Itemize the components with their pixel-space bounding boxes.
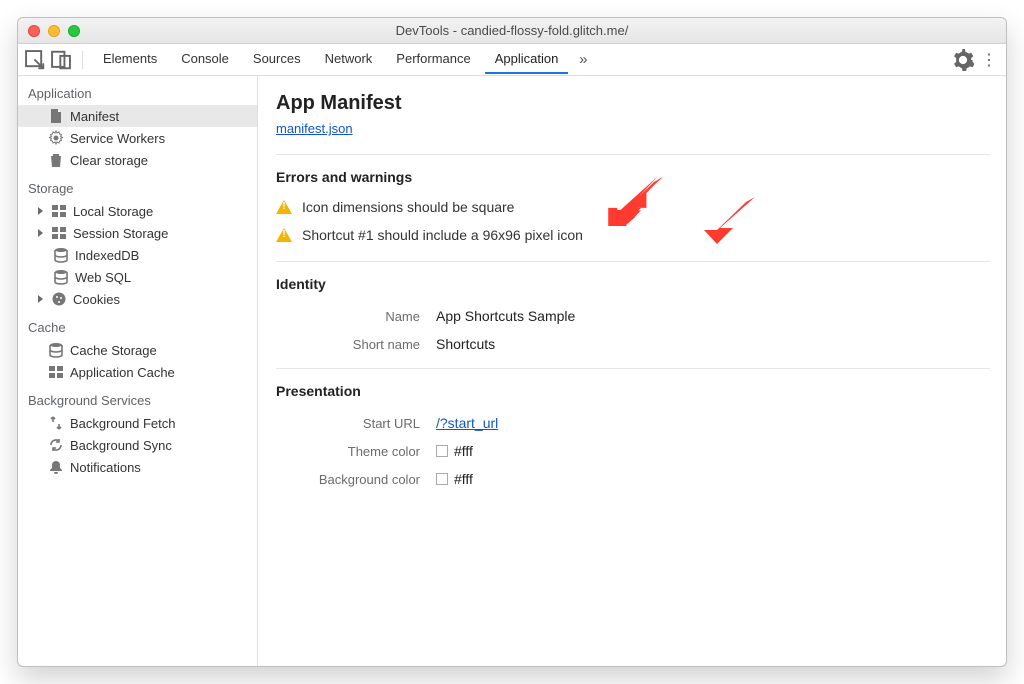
sidebar-item-label: Session Storage: [73, 226, 168, 241]
sidebar-item-label: Service Workers: [70, 131, 165, 146]
warning-text: Icon dimensions should be square: [302, 199, 514, 215]
storage-icon: [51, 203, 67, 219]
sidebar-item-local-storage[interactable]: Local Storage: [18, 200, 257, 222]
start-url-link[interactable]: /?start_url: [436, 415, 498, 431]
storage-icon: [48, 364, 64, 380]
inspect-icon[interactable]: [24, 49, 46, 71]
tab-application[interactable]: Application: [485, 45, 569, 74]
sidebar-item-label: Cookies: [73, 292, 120, 307]
sidebar-item-cookies[interactable]: Cookies: [18, 288, 257, 310]
sidebar-item-label: IndexedDB: [75, 248, 139, 263]
chevron-right-icon: [38, 207, 43, 215]
sidebar-item-notifications[interactable]: Notifications: [18, 456, 257, 478]
warning-icon: [276, 200, 292, 214]
sidebar-item-session-storage[interactable]: Session Storage: [18, 222, 257, 244]
sidebar-item-label: Clear storage: [70, 153, 148, 168]
gear-icon: [48, 130, 64, 146]
manifest-heading: App Manifest: [276, 92, 990, 115]
cookie-icon: [51, 291, 67, 307]
color-swatch: [436, 473, 448, 485]
warning-icon: [276, 228, 292, 242]
identity-name-value: App Shortcuts Sample: [436, 308, 575, 324]
tab-elements[interactable]: Elements: [93, 45, 167, 74]
sidebar-item-web-sql[interactable]: Web SQL: [18, 266, 257, 288]
tab-sources[interactable]: Sources: [243, 45, 311, 74]
color-swatch: [436, 445, 448, 457]
sidebar-group-cache: Cache: [18, 310, 257, 339]
more-tabs-icon[interactable]: »: [572, 49, 594, 71]
start-url-label: Start URL: [276, 416, 436, 431]
sidebar-item-manifest[interactable]: Manifest: [18, 105, 257, 127]
background-color-value: #fff: [454, 471, 473, 487]
sidebar-group-storage: Storage: [18, 171, 257, 200]
sidebar-item-application-cache[interactable]: Application Cache: [18, 361, 257, 383]
annotation-arrow: [608, 174, 668, 233]
file-icon: [48, 108, 64, 124]
chevron-right-icon: [38, 229, 43, 237]
sidebar-group-application: Application: [18, 76, 257, 105]
kebab-menu-icon[interactable]: ⋮: [978, 49, 1000, 71]
identity-shortname-value: Shortcuts: [436, 336, 495, 352]
sidebar-item-label: Web SQL: [75, 270, 131, 285]
manifest-link[interactable]: manifest.json: [276, 121, 353, 136]
theme-color-label: Theme color: [276, 444, 436, 459]
identity-name-label: Name: [276, 309, 436, 324]
storage-icon: [51, 225, 67, 241]
sidebar-item-label: Application Cache: [70, 365, 175, 380]
sidebar-item-background-sync[interactable]: Background Sync: [18, 434, 257, 456]
device-toggle-icon[interactable]: [50, 49, 72, 71]
window-titlebar: DevTools - candied-flossy-fold.glitch.me…: [18, 18, 1006, 44]
fullscreen-window-button[interactable]: [68, 25, 80, 37]
sidebar-item-background-fetch[interactable]: Background Fetch: [18, 412, 257, 434]
gear-icon[interactable]: [952, 49, 974, 71]
sidebar-group-background-services: Background Services: [18, 383, 257, 412]
sidebar-item-label: Local Storage: [73, 204, 153, 219]
devtools-toolbar: Elements Console Sources Network Perform…: [18, 44, 1006, 76]
database-icon: [53, 269, 69, 285]
sidebar-item-label: Notifications: [70, 460, 141, 475]
sidebar: Application Manifest Service Workers Cle…: [18, 76, 258, 666]
warning-text: Shortcut #1 should include a 96x96 pixel…: [302, 227, 583, 243]
window-title: DevTools - candied-flossy-fold.glitch.me…: [18, 23, 1006, 38]
content-panel: App Manifest manifest.json Errors and wa…: [258, 76, 1006, 666]
presentation-title: Presentation: [276, 383, 990, 399]
sync-icon: [48, 437, 64, 453]
sidebar-item-service-workers[interactable]: Service Workers: [18, 127, 257, 149]
sidebar-item-clear-storage[interactable]: Clear storage: [18, 149, 257, 171]
identity-shortname-label: Short name: [276, 337, 436, 352]
tab-console[interactable]: Console: [171, 45, 239, 74]
chevron-right-icon: [38, 295, 43, 303]
identity-title: Identity: [276, 276, 990, 292]
annotation-arrow: [700, 194, 760, 253]
tab-network[interactable]: Network: [315, 45, 383, 74]
minimize-window-button[interactable]: [48, 25, 60, 37]
sidebar-item-label: Manifest: [70, 109, 119, 124]
tab-performance[interactable]: Performance: [386, 45, 480, 74]
trash-icon: [48, 152, 64, 168]
fetch-icon: [48, 415, 64, 431]
bell-icon: [48, 459, 64, 475]
sidebar-item-indexeddb[interactable]: IndexedDB: [18, 244, 257, 266]
theme-color-value: #fff: [454, 443, 473, 459]
sidebar-item-cache-storage[interactable]: Cache Storage: [18, 339, 257, 361]
background-color-label: Background color: [276, 472, 436, 487]
sidebar-item-label: Cache Storage: [70, 343, 157, 358]
database-icon: [53, 247, 69, 263]
close-window-button[interactable]: [28, 25, 40, 37]
sidebar-item-label: Background Sync: [70, 438, 172, 453]
sidebar-item-label: Background Fetch: [70, 416, 176, 431]
database-icon: [48, 342, 64, 358]
